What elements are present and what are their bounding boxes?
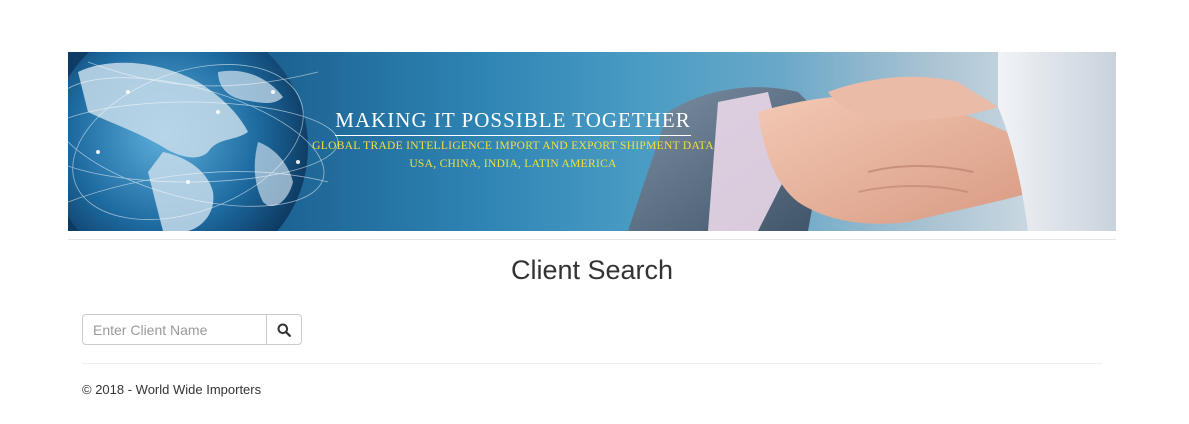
header-banner: MAKING IT POSSIBLE TOGETHER GLOBAL TRADE… — [68, 52, 1116, 231]
page-title: Client Search — [510, 255, 674, 285]
banner-subline-regions: USA, CHINA, INDIA, LATIN AMERICA — [409, 158, 617, 170]
footer-divider — [82, 363, 1102, 364]
search-button[interactable] — [266, 314, 302, 345]
banner-subline-trade-data: GLOBAL TRADE INTELLIGENCE IMPORT AND EXP… — [312, 140, 714, 152]
footer-copyright: © 2018 - World Wide Importers — [82, 382, 262, 397]
search-icon — [277, 323, 291, 337]
banner-headline: MAKING IT POSSIBLE TOGETHER — [335, 108, 691, 136]
banner-divider — [68, 239, 1116, 240]
client-name-search-input[interactable] — [82, 314, 266, 345]
client-search-group — [82, 314, 302, 345]
banner-text-block: MAKING IT POSSIBLE TOGETHER GLOBAL TRADE… — [298, 108, 728, 170]
